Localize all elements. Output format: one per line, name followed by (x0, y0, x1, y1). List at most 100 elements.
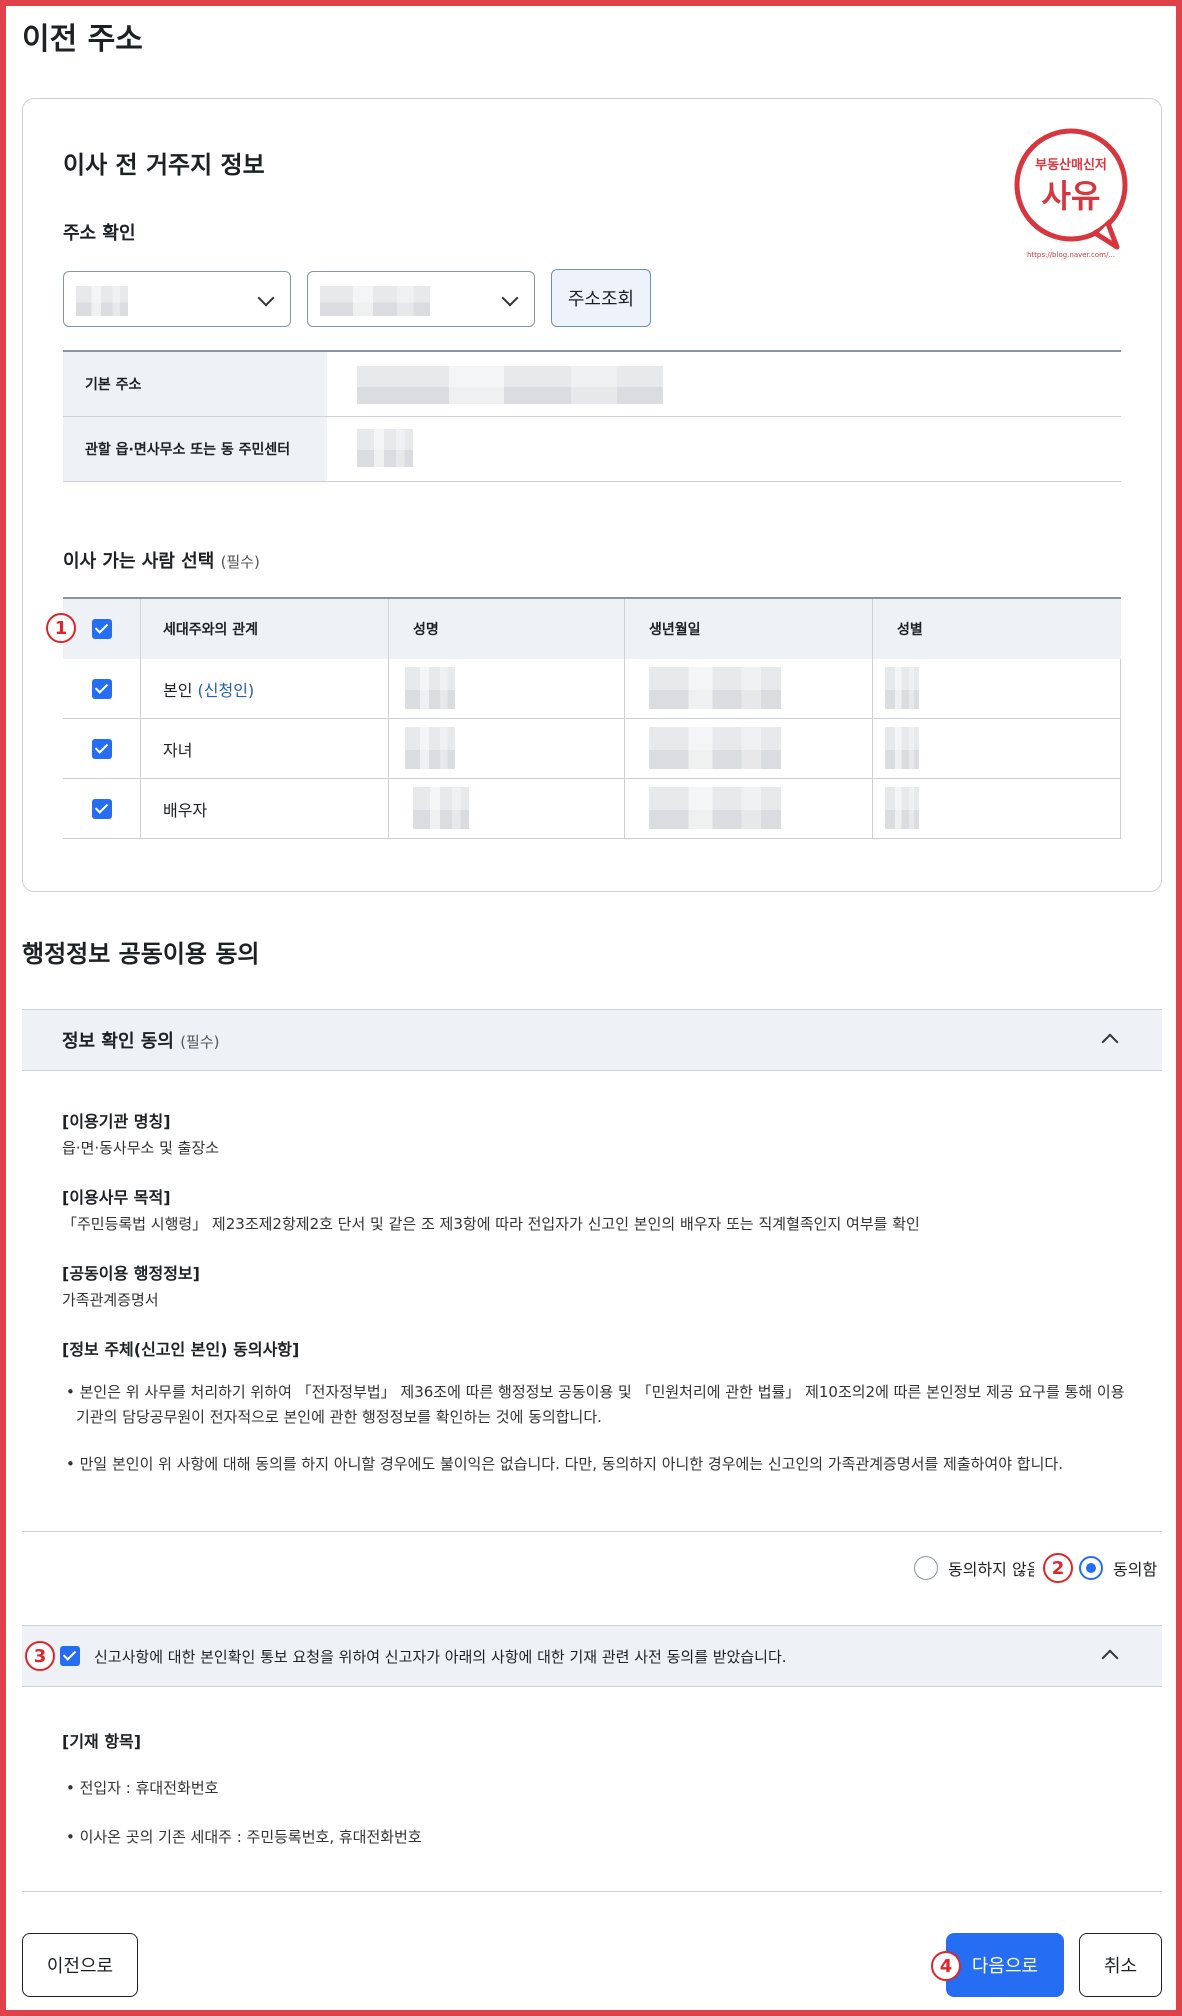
svg-text:부동산매신저: 부동산매신저 (1035, 157, 1107, 173)
consent-block: [정보 주체(신고인 본인) 동의사항] (62, 1336, 1132, 1360)
annotation-badge: 2 (1043, 1553, 1073, 1583)
required-mark: (필수) (180, 1033, 220, 1051)
redacted-value (413, 787, 469, 829)
row-checkbox[interactable] (91, 798, 112, 819)
radio-disagree-button[interactable] (914, 1556, 938, 1580)
redacted-value (357, 366, 663, 404)
birthdate-cell (624, 659, 872, 718)
address-lookup-button[interactable]: 주소조회 (551, 269, 651, 327)
prior-consent-head: [기재 항목] (62, 1732, 142, 1751)
consent-block: [이용사무 목적] 「주민등록법 시행령」 제23조제2항제2호 단서 및 같은… (62, 1184, 1132, 1236)
column-header: 세대주와의 관계 (140, 599, 388, 659)
info-consent-body: [이용기관 명칭] 읍·면·동사무소 및 출장소 [이용사무 목적] 「주민등록… (62, 1108, 1132, 1477)
consent-block: [이용기관 명칭] 읍·면·동사무소 및 출장소 (62, 1108, 1132, 1160)
chevron-down-icon (501, 289, 519, 307)
table-row: 배우자 (63, 779, 1121, 839)
gender-cell (872, 779, 1121, 838)
redacted-value (357, 429, 413, 467)
relation-text: 배우자 (163, 800, 208, 820)
radio-agree[interactable]: 동의함 (1079, 1556, 1157, 1580)
birthdate-cell (624, 719, 872, 778)
annotation-badge: 4 (931, 1951, 961, 1981)
gender-cell (872, 719, 1121, 778)
radio-disagree[interactable]: 동의하지 않음 (914, 1556, 1034, 1580)
address-check-title: 주소 확인 (63, 223, 136, 244)
applicant-note: (신청인) (197, 680, 255, 700)
redacted-value (76, 286, 128, 316)
table-row: 관할 읍·면사무소 또는 동 주민센터 (63, 417, 1121, 482)
address-info-table: 기본 주소 관할 읍·면사무소 또는 동 주민센터 (63, 350, 1121, 482)
radio-disagree-label: 동의하지 않음 (948, 1560, 1034, 1579)
redacted-value (885, 727, 919, 769)
consent-block-text: 가족관계증명서 (62, 1291, 159, 1309)
redacted-value (885, 787, 919, 829)
consent-block-head: [공동이용 행정정보] (62, 1264, 200, 1283)
redacted-value (649, 787, 781, 829)
annotation-badge: 1 (46, 613, 76, 643)
row-checkbox-cell (63, 779, 140, 838)
redacted-value (320, 286, 430, 316)
name-cell (388, 659, 624, 718)
info-consent-accordion-header[interactable]: 정보 확인 동의 (필수) (22, 1009, 1162, 1071)
column-header: 성별 (872, 599, 1121, 659)
basic-address-label: 기본 주소 (63, 352, 327, 416)
chevron-up-icon[interactable] (1101, 1649, 1119, 1667)
consent-bullet-text: 만일 본인이 위 사항에 대해 동의를 하지 아니할 경우에도 불이익은 없습니… (79, 1455, 1063, 1473)
relation-text: 자녀 (163, 740, 193, 760)
jurisdiction-office-label: 관할 읍·면사무소 또는 동 주민센터 (63, 417, 327, 481)
divider (22, 1531, 1162, 1532)
consent-block-head: [정보 주체(신고인 본인) 동의사항] (62, 1340, 300, 1359)
column-header: 성명 (388, 599, 624, 659)
prior-consent-accordion-header[interactable]: 신고사항에 대한 본인확인 통보 요청을 위하여 신고자가 아래의 사항에 대한… (22, 1625, 1162, 1687)
page-title: 이전 주소 (22, 22, 143, 57)
previous-residence-card: 이사 전 거주지 정보 부동산매신저 사유 https://blog.naver… (22, 98, 1162, 892)
consent-block-head: [이용사무 목적] (62, 1188, 171, 1207)
accordion-title: 정보 확인 동의 (필수) (62, 1027, 220, 1053)
people-select-title: 이사 가는 사람 선택 (필수) (63, 547, 260, 573)
select-all-checkbox[interactable] (91, 619, 112, 639)
consent-block-text: 「주민등록법 시행령」 제23조제2항제2호 단서 및 같은 조 제3항에 따라… (62, 1215, 920, 1233)
card-title: 이사 전 거주지 정보 (63, 151, 265, 179)
prior-consent-bullet-text: 전입자 : 휴대전화번호 (79, 1779, 219, 1797)
row-checkbox[interactable] (91, 738, 112, 759)
basic-address-value (327, 352, 1121, 416)
row-checkbox[interactable] (91, 678, 112, 699)
redacted-value (649, 667, 781, 709)
radio-agree-label: 동의함 (1113, 1560, 1158, 1579)
prior-consent-checkbox[interactable] (60, 1646, 80, 1666)
relation-text: 본인 (163, 680, 193, 700)
redacted-value (405, 727, 455, 769)
radio-agree-button[interactable] (1079, 1556, 1103, 1580)
consent-block-head: [이용기관 명칭] (62, 1112, 171, 1131)
sigungu-select[interactable] (307, 271, 535, 327)
redacted-value (885, 667, 919, 709)
prev-button[interactable]: 이전으로 (22, 1933, 138, 1997)
name-cell (388, 779, 624, 838)
required-mark: (필수) (220, 553, 260, 571)
relation-cell: 본인 (신청인) (140, 659, 388, 718)
svg-text:https://blog.naver.com/...: https://blog.naver.com/... (1027, 251, 1115, 259)
annotation-badge: 3 (25, 1641, 55, 1671)
cancel-button[interactable]: 취소 (1079, 1933, 1162, 1997)
consent-bullet: • 본인은 위 사무를 처리하기 위하여 「전자정부법」 제36조에 따른 행정… (66, 1383, 1125, 1426)
prior-consent-bullet-text: 이사온 곳의 기존 세대주 : 주민등록번호, 휴대전화번호 (79, 1828, 422, 1846)
birthdate-cell (624, 779, 872, 838)
watermark-logo: 부동산매신저 사유 https://blog.naver.com/... (1007, 121, 1135, 271)
consent-bullet-text: 본인은 위 사무를 처리하기 위하여 「전자정부법」 제36조에 따른 행정정보… (76, 1383, 1125, 1426)
prior-consent-bullet: • 전입자 : 휴대전화번호 (66, 1779, 219, 1797)
people-select-title-text: 이사 가는 사람 선택 (63, 551, 215, 572)
chevron-up-icon[interactable] (1101, 1033, 1119, 1051)
prior-consent-body: [기재 항목] • 전입자 : 휴대전화번호 • 이사온 곳의 기존 세대주 :… (62, 1728, 422, 1850)
row-checkbox-cell (63, 719, 140, 778)
table-row: 기본 주소 (63, 352, 1121, 417)
consent-bullet: • 만일 본인이 위 사항에 대해 동의를 하지 아니할 경우에도 불이익은 없… (66, 1455, 1063, 1473)
svg-text:사유: 사유 (1042, 177, 1101, 215)
table-row: 자녀 (63, 719, 1121, 779)
people-table: 세대주와의 관계 성명 생년월일 성별 본인 (신청인) 자녀 배우자 (63, 597, 1121, 839)
prior-consent-bullet: • 이사온 곳의 기존 세대주 : 주민등록번호, 휴대전화번호 (66, 1828, 422, 1846)
accordion-title-text: 정보 확인 동의 (62, 1031, 174, 1052)
consent-block: [공동이용 행정정보] 가족관계증명서 (62, 1260, 1132, 1312)
sido-select[interactable] (63, 271, 291, 327)
redacted-value (649, 727, 781, 769)
next-button[interactable]: 다음으로 (946, 1933, 1064, 1997)
